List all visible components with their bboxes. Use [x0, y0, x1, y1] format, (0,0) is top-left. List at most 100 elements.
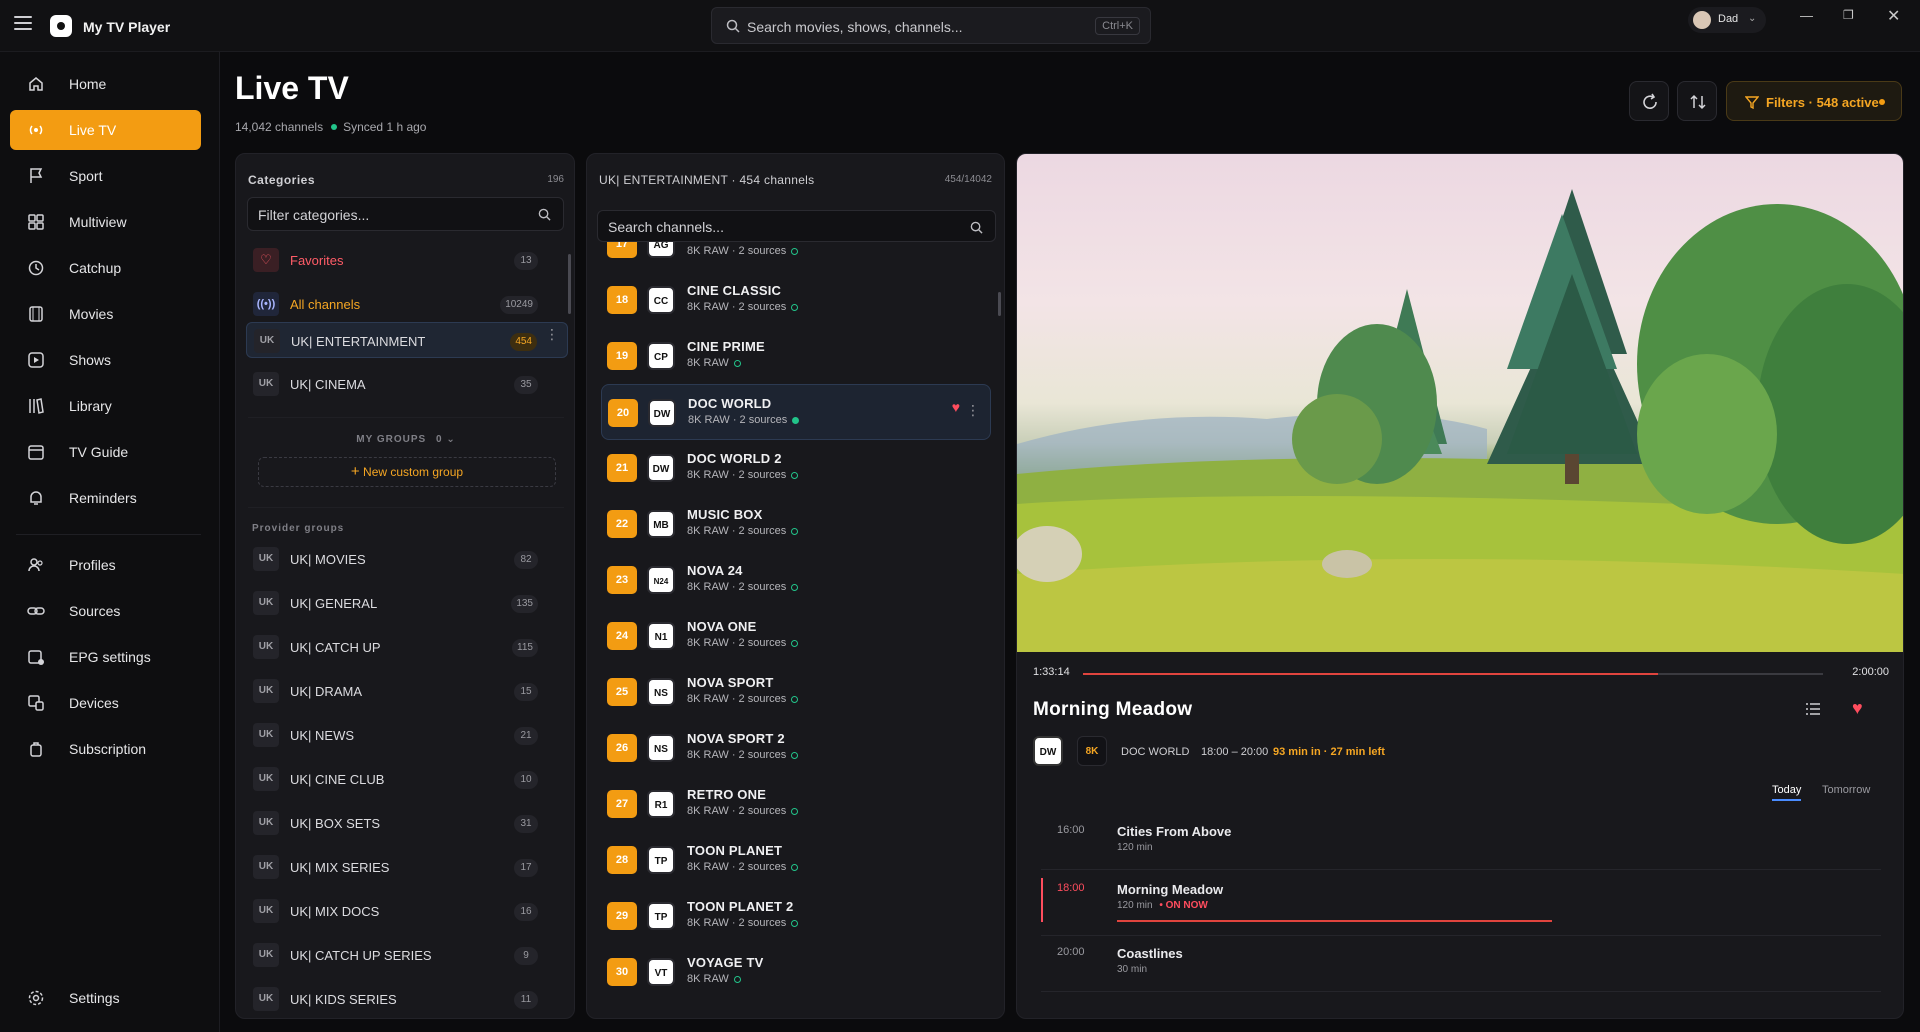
sidebar-item-tv-guide[interactable]: TV Guide [10, 432, 201, 472]
channel-row[interactable]: 19 CP CINE PRIME 8K RAW [601, 328, 991, 384]
calendar-settings-icon [28, 650, 44, 665]
new-custom-group-button[interactable]: + New custom group [258, 457, 556, 487]
channel-row[interactable]: 29 TP TOON PLANET 2 8K RAW · 2 sources [601, 888, 991, 944]
list-icon[interactable] [1805, 701, 1821, 722]
channel-row[interactable]: 23 N24 NOVA 24 8K RAW · 2 sources [601, 552, 991, 608]
sidebar-item-sources[interactable]: Sources [10, 591, 201, 631]
sidebar-item-catchup[interactable]: Catchup [10, 248, 201, 288]
category-provider-group[interactable]: UK UK| MOVIES 82 [246, 541, 568, 577]
menu-icon[interactable] [14, 16, 32, 30]
category-label: All channels [290, 297, 361, 312]
schedule-row-current[interactable]: 18:00 Morning Meadow 120 min • ON NOW [1041, 870, 1881, 936]
elapsed-time: 1:33:14 [1033, 666, 1070, 678]
more-vertical-icon[interactable]: ⋮ [966, 403, 980, 417]
sidebar-item-label: EPG settings [69, 649, 151, 665]
schedule-row[interactable]: 20:00 Coastlines 30 min [1041, 936, 1881, 992]
channel-row[interactable]: 17AGARENA GOLD8K RAW · 2 sources [601, 242, 991, 272]
channel-meta: 8K RAW [687, 973, 741, 985]
channel-logo: DW [1033, 736, 1063, 766]
category-all-channels[interactable]: ((•)) All channels 10249 [246, 286, 568, 322]
channel-meta-text: 8K RAW · 2 sources [687, 301, 787, 313]
category-provider-group[interactable]: UK UK| CATCH UP SERIES 9 [246, 937, 568, 973]
channel-meta-text: 8K RAW [687, 357, 729, 369]
heart-icon[interactable]: ♥ [952, 399, 960, 415]
category-provider-group[interactable]: UK UK| BOX SETS 31 [246, 805, 568, 841]
channel-row[interactable]: 30 VT VOYAGE TV 8K RAW [601, 944, 991, 1000]
sidebar-item-live-tv[interactable]: Live TV [10, 110, 201, 150]
schedule-row[interactable]: 16:00 Cities From Above 120 min [1041, 814, 1881, 870]
sidebar-item-devices[interactable]: Devices [10, 683, 201, 723]
progress-track[interactable] [1083, 673, 1823, 675]
channel-row[interactable]: 24 N1 NOVA ONE 8K RAW · 2 sources [601, 608, 991, 664]
search-channels-input[interactable]: Search channels... [597, 210, 996, 242]
category-uk-cinema[interactable]: UK UK| CINEMA 35 [246, 366, 568, 402]
category-provider-group[interactable]: UK UK| DRAMA 15 [246, 673, 568, 709]
channel-row[interactable]: 21 DW DOC WORLD 2 8K RAW · 2 sources [601, 440, 991, 496]
user-menu[interactable]: Dad ⌄ [1688, 7, 1766, 33]
channel-row[interactable]: 18 CC CINE CLASSIC 8K RAW · 2 sources [601, 272, 991, 328]
sidebar-item-epg-settings[interactable]: EPG settings [10, 637, 201, 677]
channel-name: TOON PLANET 2 [687, 899, 794, 914]
favorite-heart-icon[interactable]: ♥ [1852, 698, 1863, 719]
channel-row[interactable]: 20 DW DOC WORLD 8K RAW · 2 sources ♥ ⋮ [601, 384, 991, 440]
scrollbar-thumb[interactable] [998, 292, 1001, 316]
sidebar-item-movies[interactable]: Movies [10, 294, 201, 334]
sidebar-item-multiview[interactable]: Multiview [10, 202, 201, 242]
my-groups-count: 0 [435, 434, 443, 445]
channel-meta-text: 8K RAW · 2 sources [687, 749, 787, 761]
app-logo [50, 15, 72, 37]
channel-row[interactable]: 22 MB MUSIC BOX 8K RAW · 2 sources [601, 496, 991, 552]
channel-row[interactable]: 27 R1 RETRO ONE 8K RAW · 2 sources [601, 776, 991, 832]
channel-meta: 8K RAW · 2 sources [687, 637, 799, 649]
category-provider-group[interactable]: UK UK| NEWS 21 [246, 717, 568, 753]
my-groups-header[interactable]: MY GROUPS 0 ⌄ [236, 434, 574, 445]
scrollbar-thumb[interactable] [568, 254, 571, 314]
search-icon [970, 221, 983, 234]
filter-categories-input[interactable]: Filter categories... [247, 197, 564, 231]
channel-number: 21 [607, 454, 637, 482]
category-provider-group[interactable]: UK UK| GENERAL 135 [246, 585, 568, 621]
filter-icon [1745, 96, 1759, 109]
sidebar-item-label: Settings [69, 990, 120, 1006]
chevron-down-icon: ⌄ [1748, 13, 1757, 24]
tab-today[interactable]: Today [1772, 784, 1802, 801]
category-favorites[interactable]: ♡ Favorites 13 [246, 242, 568, 278]
sidebar-item-sport[interactable]: Sport [10, 156, 201, 196]
minimize-icon[interactable]: — [1800, 8, 1813, 23]
tab-tomorrow[interactable]: Tomorrow [1822, 784, 1870, 796]
online-status-icon [791, 583, 799, 591]
sidebar-item-profiles[interactable]: Profiles [10, 545, 201, 585]
channel-row[interactable]: 26 NS NOVA SPORT 2 8K RAW · 2 sources [601, 720, 991, 776]
schedule-title: Coastlines [1117, 946, 1183, 961]
sidebar-item-subscription[interactable]: Subscription [10, 729, 201, 769]
channel-row[interactable]: 28 TP TOON PLANET 8K RAW · 2 sources [601, 832, 991, 888]
sidebar-item-home[interactable]: Home [10, 64, 201, 104]
sidebar-item-library[interactable]: Library [10, 386, 201, 426]
category-provider-group[interactable]: UK UK| MIX SERIES 17 [246, 849, 568, 885]
category-count: 10249 [500, 296, 538, 314]
close-icon[interactable]: ✕ [1887, 6, 1900, 26]
more-vertical-icon[interactable]: ⋮ [545, 327, 559, 341]
global-search-input[interactable]: Search movies, shows, channels... Ctrl+K [711, 7, 1151, 44]
channel-number: 26 [607, 734, 637, 762]
category-provider-group[interactable]: UK UK| KIDS SERIES 11 [246, 981, 568, 1017]
channel-row[interactable]: 25 NS NOVA SPORT 8K RAW · 2 sources [601, 664, 991, 720]
link-icon [27, 607, 45, 615]
playback-progress[interactable]: 1:33:14 2:00:00 [1033, 666, 1889, 686]
sidebar-item-shows[interactable]: Shows [10, 340, 201, 380]
category-uk-entertainment[interactable]: UK UK| ENTERTAINMENT 454 ⋮ [246, 322, 568, 358]
filters-button[interactable]: Filters · 548 active [1726, 81, 1902, 121]
sidebar-item-settings[interactable]: Settings [10, 978, 201, 1018]
player-panel: 1:33:14 2:00:00 Morning Meadow ♥ DW 8K D… [1016, 153, 1904, 1019]
sidebar-item-reminders[interactable]: Reminders [10, 478, 201, 518]
category-provider-group[interactable]: UK UK| CATCH UP 115 [246, 629, 568, 665]
sort-button[interactable] [1677, 81, 1717, 121]
refresh-button[interactable] [1629, 81, 1669, 121]
category-label: UK| GENERAL [290, 596, 378, 611]
category-provider-group[interactable]: UK UK| CINE CLUB 10 [246, 761, 568, 797]
video-player[interactable] [1017, 154, 1903, 652]
channel-name: NOVA 24 [687, 563, 743, 578]
category-provider-group[interactable]: UK UK| MIX DOCS 16 [246, 893, 568, 929]
channel-meta-text: 8K RAW [687, 973, 729, 985]
restore-icon[interactable]: ❐ [1843, 8, 1854, 22]
